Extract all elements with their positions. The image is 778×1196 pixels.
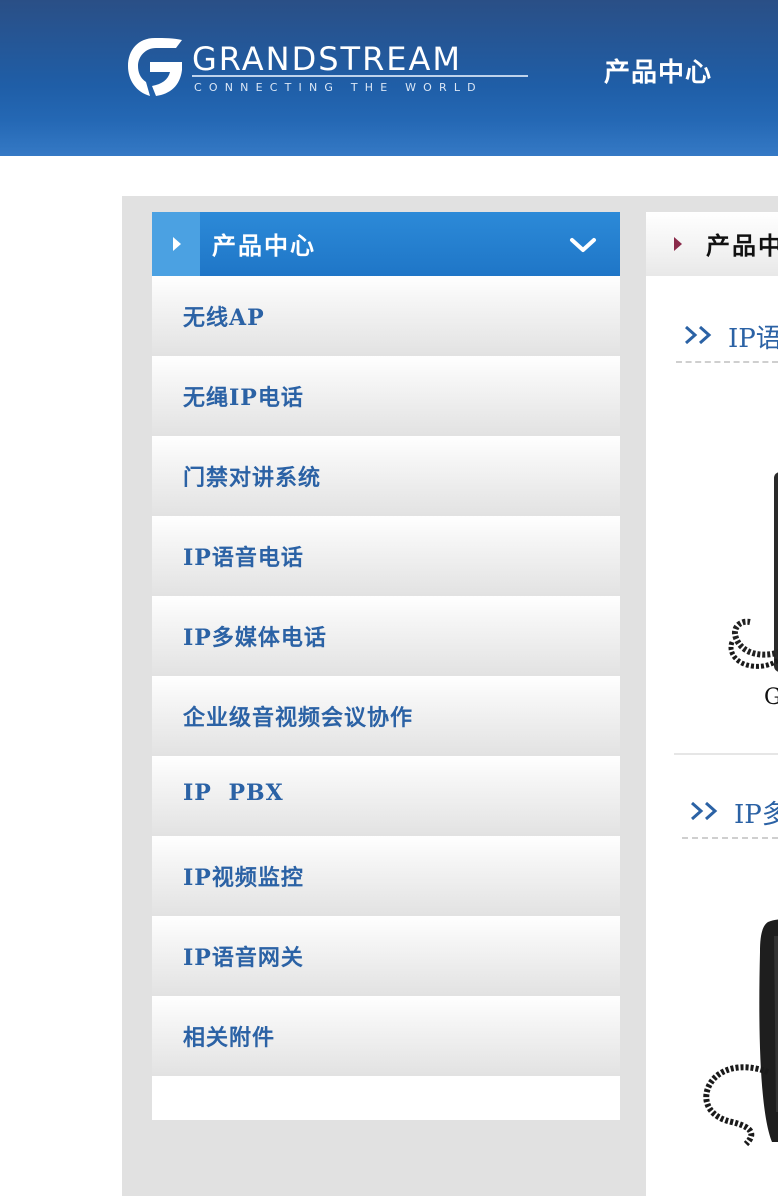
sidebar-item-label: 无线AP <box>183 305 265 331</box>
sidebar-item-label: 相关附件 <box>183 1025 276 1051</box>
multimedia-phone-image[interactable] <box>702 912 778 1152</box>
content-area: 产品中 IP语 G IP多 <box>646 212 778 1196</box>
sidebar-item-label: 门禁对讲系统 <box>183 465 322 491</box>
content-title: 产品中 <box>706 231 778 260</box>
section-rule <box>682 837 778 839</box>
ip-phone-image[interactable] <box>722 452 778 672</box>
sidebar-item-label: IP PBX <box>183 780 284 806</box>
logo-underline <box>192 75 528 77</box>
logo-mark-icon <box>128 38 182 96</box>
sidebar-item-ip-multimedia-phone[interactable]: IP多媒体电话 <box>152 596 620 676</box>
sidebar-item-label: 无绳IP电话 <box>183 385 304 411</box>
section-title-ip-multimedia[interactable]: IP多 <box>734 794 778 831</box>
section-rule <box>676 361 778 363</box>
header-nav-product-center[interactable]: 产品中心 <box>604 52 712 89</box>
sidebar-item-ip-voice-phone[interactable]: IP语音电话 <box>152 516 620 596</box>
play-arrow-icon <box>674 237 682 251</box>
sidebar-item-label: IP多媒体电话 <box>183 625 327 651</box>
sidebar-item-ip-video-surveillance[interactable]: IP视频监控 <box>152 836 620 916</box>
sidebar-footer <box>152 1076 620 1120</box>
sidebar-item-label: IP语音网关 <box>183 945 304 971</box>
product-sidebar: 产品中心 无线AP 无绳IP电话 门禁对讲系统 IP语音电话 IP多媒体电话 企… <box>152 212 620 1120</box>
logo-tagline: CONNECTING THE WORLD <box>194 81 483 94</box>
content-header: 产品中 <box>646 212 778 276</box>
section-divider <box>674 753 778 755</box>
double-chevron-right-icon <box>685 325 712 345</box>
sidebar-item-enterprise-conferencing[interactable]: 企业级音视频会议协作 <box>152 676 620 756</box>
site-header: GRANDSTREAM CONNECTING THE WORLD 产品中心 <box>0 0 778 156</box>
sidebar-item-wireless-ap[interactable]: 无线AP <box>152 276 620 356</box>
sidebar-item-label: IP语音电话 <box>183 545 304 571</box>
sidebar-item-label: 企业级音视频会议协作 <box>183 705 414 731</box>
chevron-down-icon[interactable] <box>568 236 598 254</box>
sidebar-item-cordless-ip-phone[interactable]: 无绳IP电话 <box>152 356 620 436</box>
play-arrow-icon <box>173 237 181 251</box>
sidebar-title: 产品中心 <box>212 231 316 260</box>
product-caption[interactable]: G <box>764 685 778 710</box>
sidebar-item-ip-pbx[interactable]: IP PBX <box>152 756 620 836</box>
sidebar-header[interactable]: 产品中心 <box>152 212 620 276</box>
sidebar-item-accessories[interactable]: 相关附件 <box>152 996 620 1076</box>
sidebar-item-label: IP视频监控 <box>183 865 304 891</box>
header-stripe <box>0 120 778 156</box>
section-title-ip-voice[interactable]: IP语 <box>728 318 778 355</box>
grandstream-logo[interactable]: GRANDSTREAM CONNECTING THE WORLD <box>126 36 530 100</box>
double-chevron-right-icon <box>691 801 718 821</box>
sidebar-item-door-intercom[interactable]: 门禁对讲系统 <box>152 436 620 516</box>
sidebar-item-ip-voice-gateway[interactable]: IP语音网关 <box>152 916 620 996</box>
logo-wordmark: GRANDSTREAM <box>192 40 463 78</box>
